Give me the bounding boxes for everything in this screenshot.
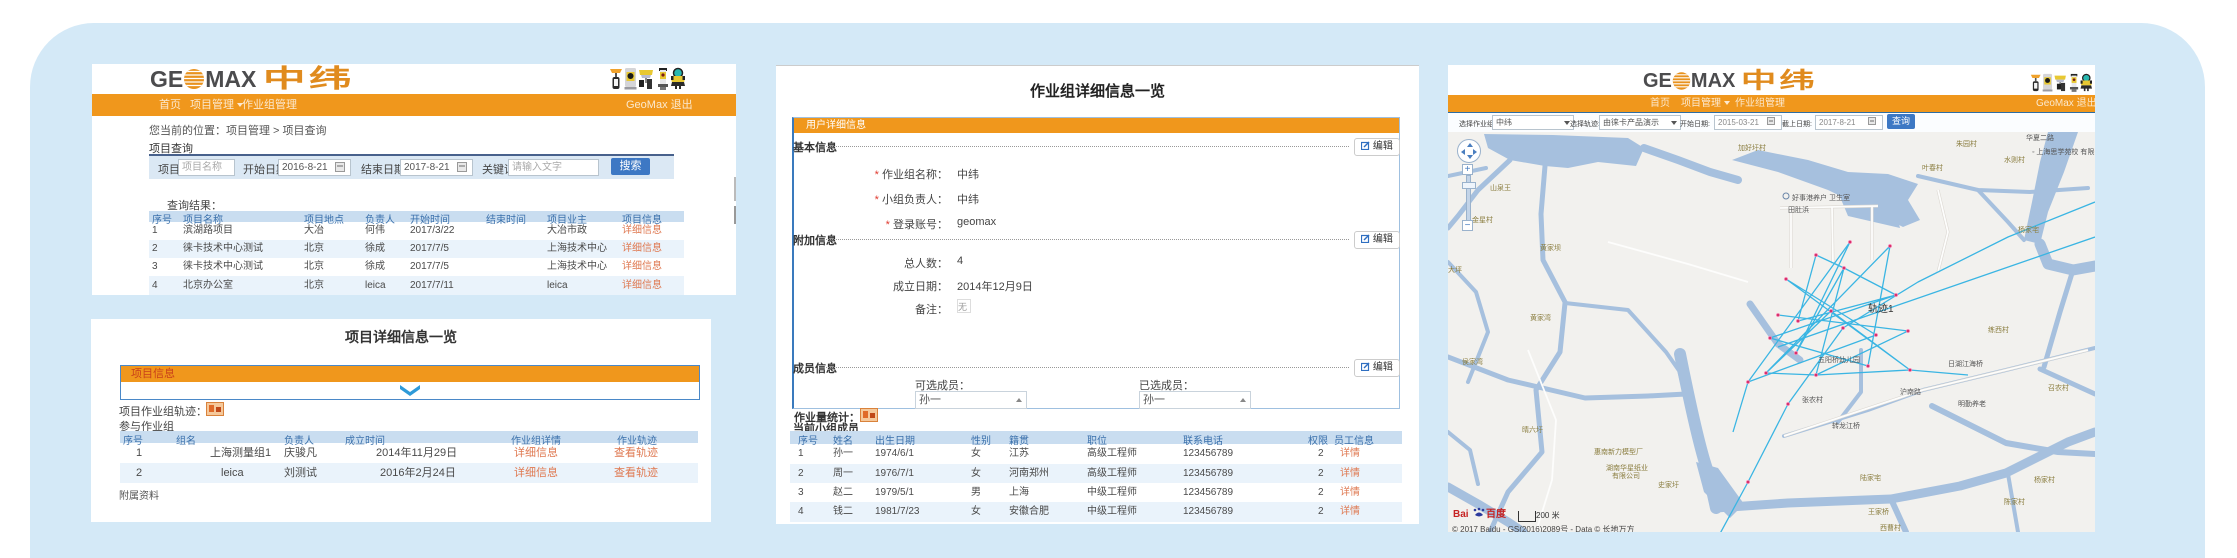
svg-text:练西村: 练西村	[1988, 325, 2009, 334]
svg-text:好事港养户 卫生室: 好事港养户 卫生室	[1792, 193, 1850, 202]
svg-text:王家桥: 王家桥	[1868, 507, 1889, 516]
svg-text:加好圩村: 加好圩村	[1738, 143, 1766, 152]
svg-text:黄家坝: 黄家坝	[1540, 243, 1561, 252]
svg-text:杨家宅: 杨家宅	[2018, 225, 2039, 234]
svg-text:沪南路: 沪南路	[1900, 387, 1921, 396]
svg-text:召农村: 召农村	[2048, 383, 2069, 392]
svg-text:五阳桥幼儿园: 五阳桥幼儿园	[1818, 355, 1860, 364]
svg-text:华夏二路: 华夏二路	[2026, 133, 2054, 142]
svg-text:田肚浜: 田肚浜	[1788, 205, 1809, 214]
svg-text:陆家宅: 陆家宅	[1860, 473, 1881, 482]
svg-text:西曹村: 西曹村	[1880, 523, 1901, 532]
svg-text:水则村: 水则村	[2004, 155, 2025, 164]
svg-text:山泉王: 山泉王	[1490, 183, 1511, 192]
svg-text:明勤养老: 明勤养老	[1958, 399, 1986, 408]
svg-text:张农村: 张农村	[1802, 395, 1823, 404]
svg-text:叶春村: 叶春村	[1922, 163, 1943, 172]
svg-text:黄家湾: 黄家湾	[1530, 313, 1551, 322]
svg-text:大坪: 大坪	[1448, 265, 1462, 274]
svg-text:晴六圩: 晴六圩	[1522, 425, 1543, 434]
svg-text:杨家村: 杨家村	[2034, 475, 2055, 484]
svg-text:史家圩: 史家圩	[1658, 480, 1679, 489]
svg-text:朱园村: 朱园村	[1956, 139, 1977, 148]
svg-text:陈家村: 陈家村	[2004, 497, 2025, 506]
svg-text:侯家湾: 侯家湾	[1462, 357, 1483, 366]
svg-text:金星村: 金星村	[1472, 215, 1493, 224]
svg-text:◦ 上海思学苑校 有限公司: ◦ 上海思学苑校 有限公司	[2032, 147, 2095, 156]
svg-text:日湖江海桥: 日湖江海桥	[1948, 359, 1983, 368]
svg-text:轨迹1: 轨迹1	[1868, 302, 1894, 315]
svg-text:转龙江桥: 转龙江桥	[1832, 421, 1860, 430]
svg-text:Bai: Bai	[1453, 509, 1469, 520]
svg-text:有限公司: 有限公司	[1612, 471, 1640, 480]
svg-text:湖南华星纸业: 湖南华星纸业	[1606, 463, 1648, 472]
svg-text:惠南新力模型厂: 惠南新力模型厂	[1594, 447, 1643, 456]
